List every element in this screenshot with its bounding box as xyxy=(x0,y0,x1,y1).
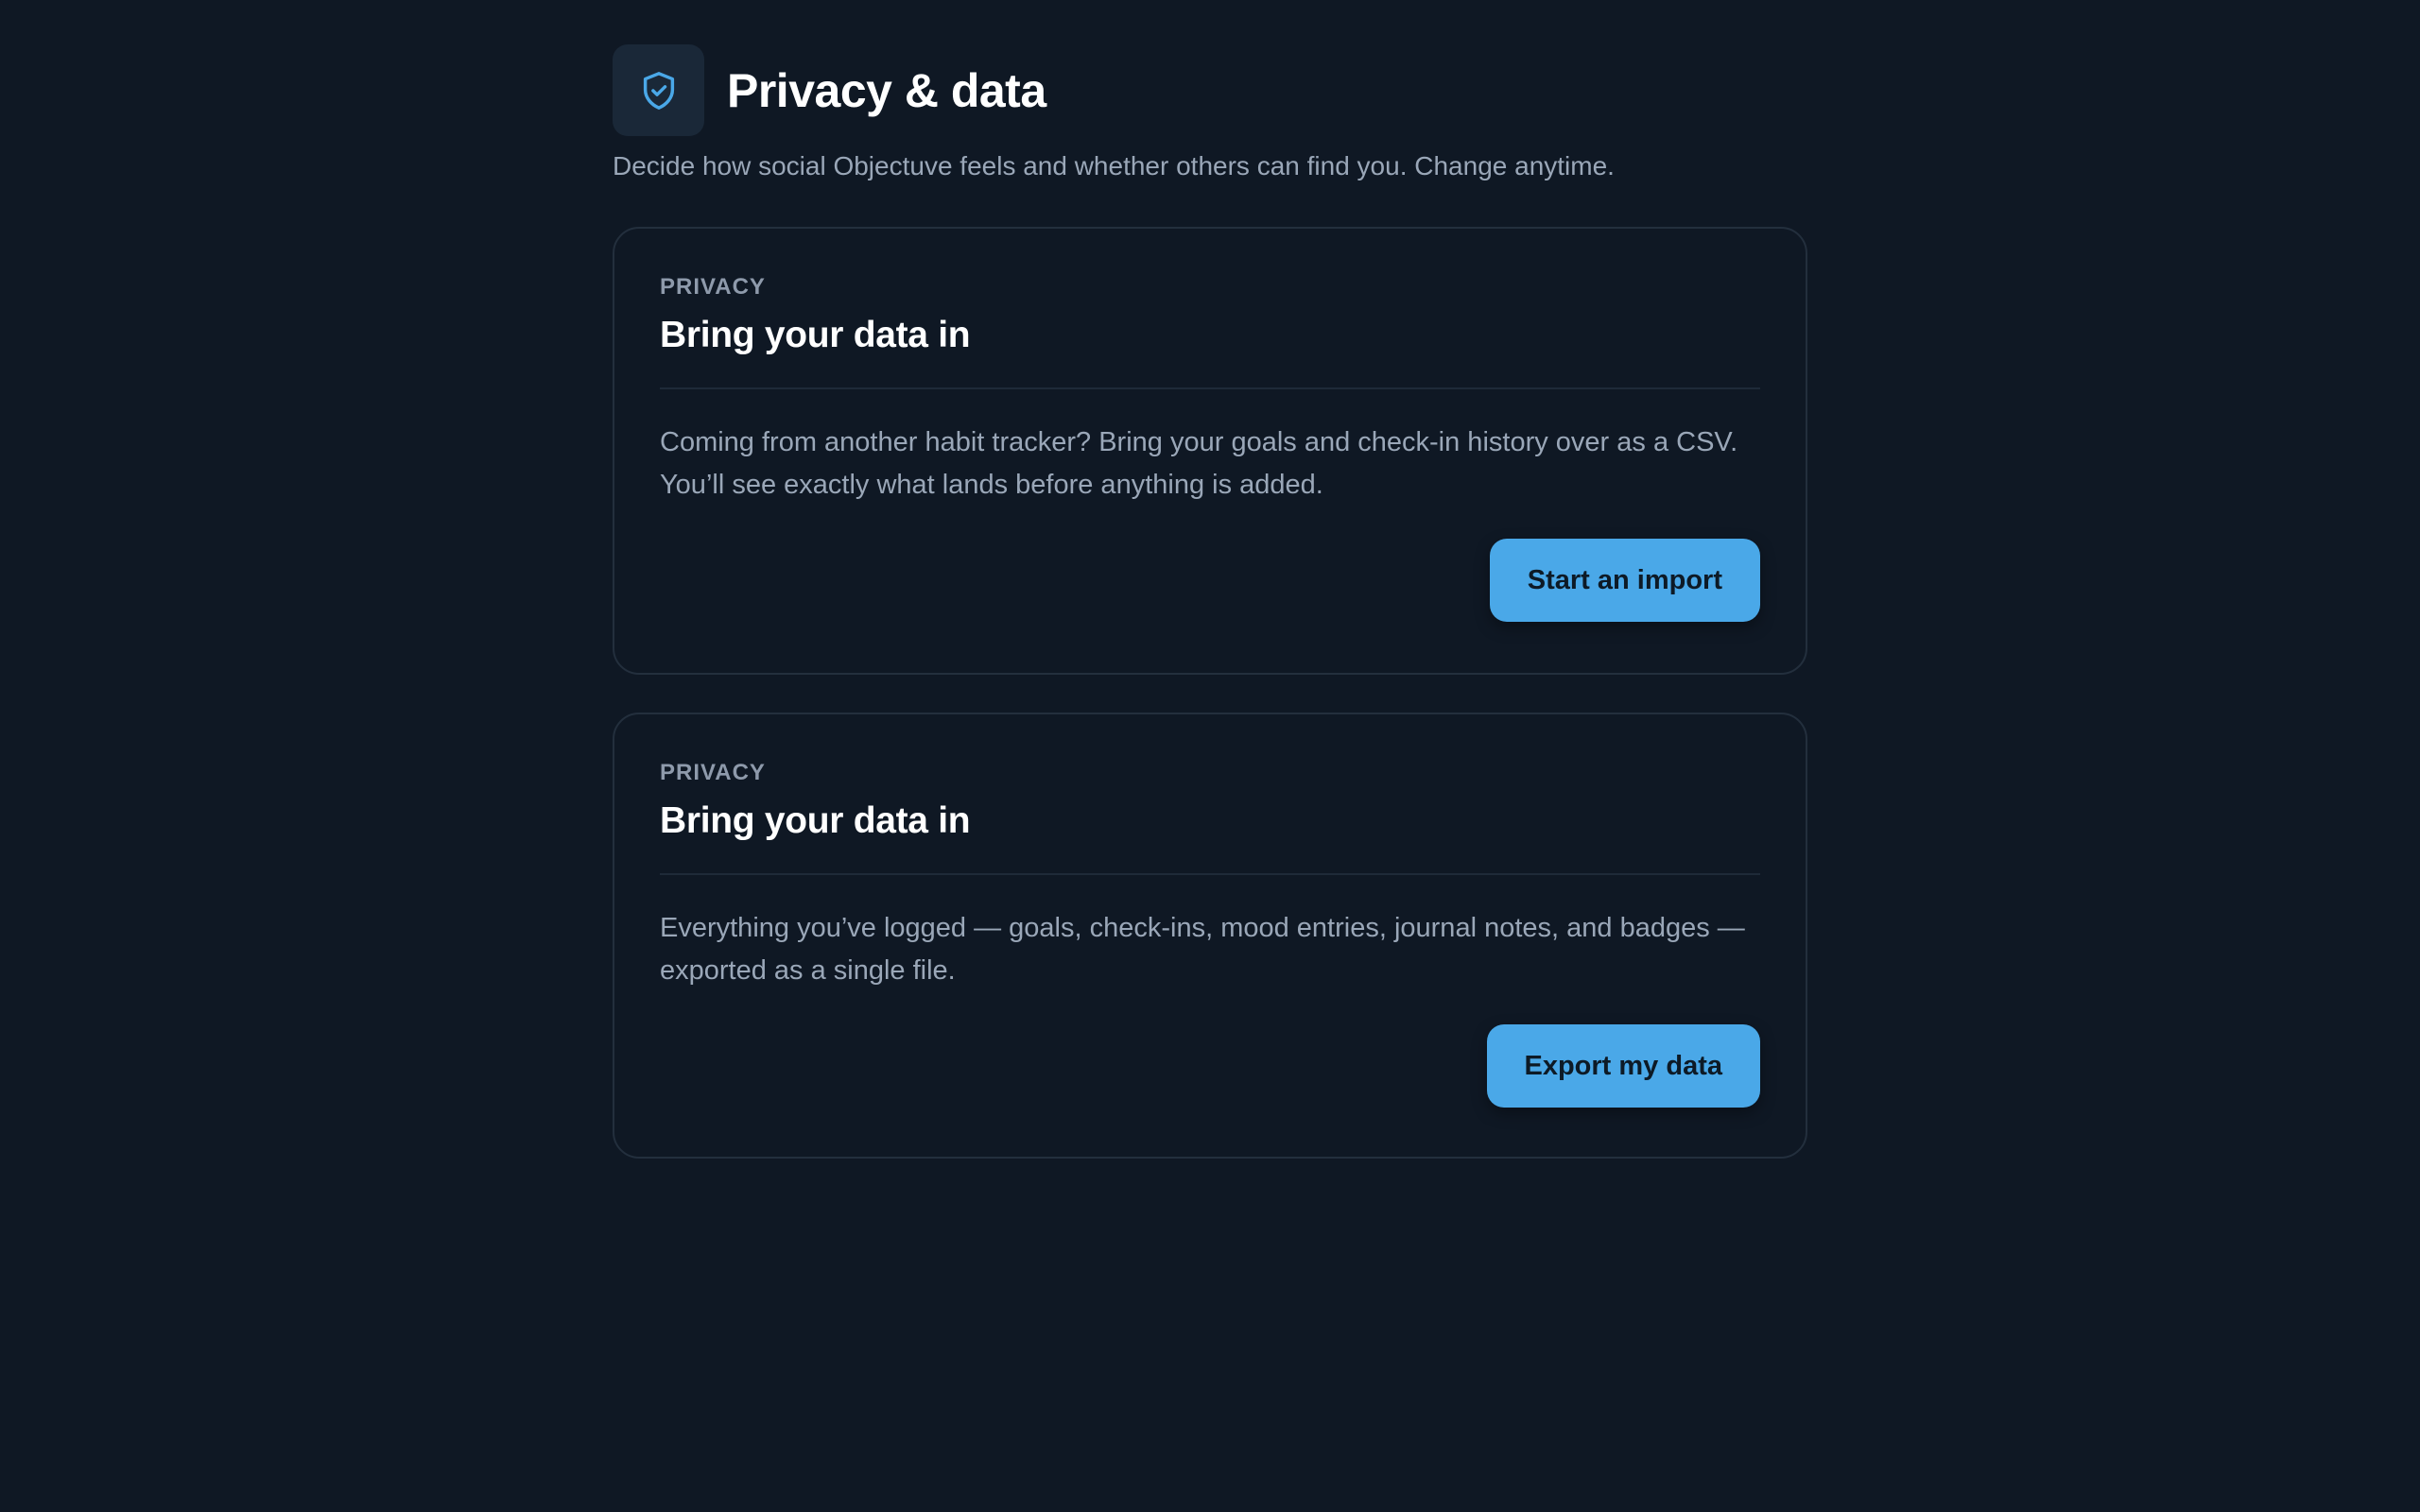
card-divider xyxy=(660,873,1760,875)
card-title: Bring your data in xyxy=(660,315,971,355)
card-description: Everything you’ve logged — goals, check-… xyxy=(660,913,1745,986)
card-eyebrow: PRIVACY xyxy=(660,274,766,300)
page-title: Privacy & data xyxy=(727,63,1046,117)
card-actions: Start an import xyxy=(660,539,1760,622)
card-actions: Export my data xyxy=(660,1024,1760,1108)
card-eyebrow: PRIVACY xyxy=(660,760,766,785)
shield-check-icon xyxy=(613,44,704,136)
start-import-button[interactable]: Start an import xyxy=(1489,539,1760,622)
card-divider xyxy=(660,387,1760,389)
import-card: PRIVACY Bring your data in Coming from a… xyxy=(613,227,1807,675)
export-data-button[interactable]: Export my data xyxy=(1486,1024,1760,1108)
card-title: Bring your data in xyxy=(660,800,971,841)
card-description: Coming from another habit tracker? Bring… xyxy=(660,427,1738,500)
page-subtitle: Decide how social Objectuve feels and wh… xyxy=(613,151,1615,180)
privacy-page: Privacy & data Decide how social Objectu… xyxy=(613,44,1807,1159)
page-header: Privacy & data xyxy=(613,44,1807,136)
export-card: PRIVACY Bring your data in Everything yo… xyxy=(613,713,1807,1159)
